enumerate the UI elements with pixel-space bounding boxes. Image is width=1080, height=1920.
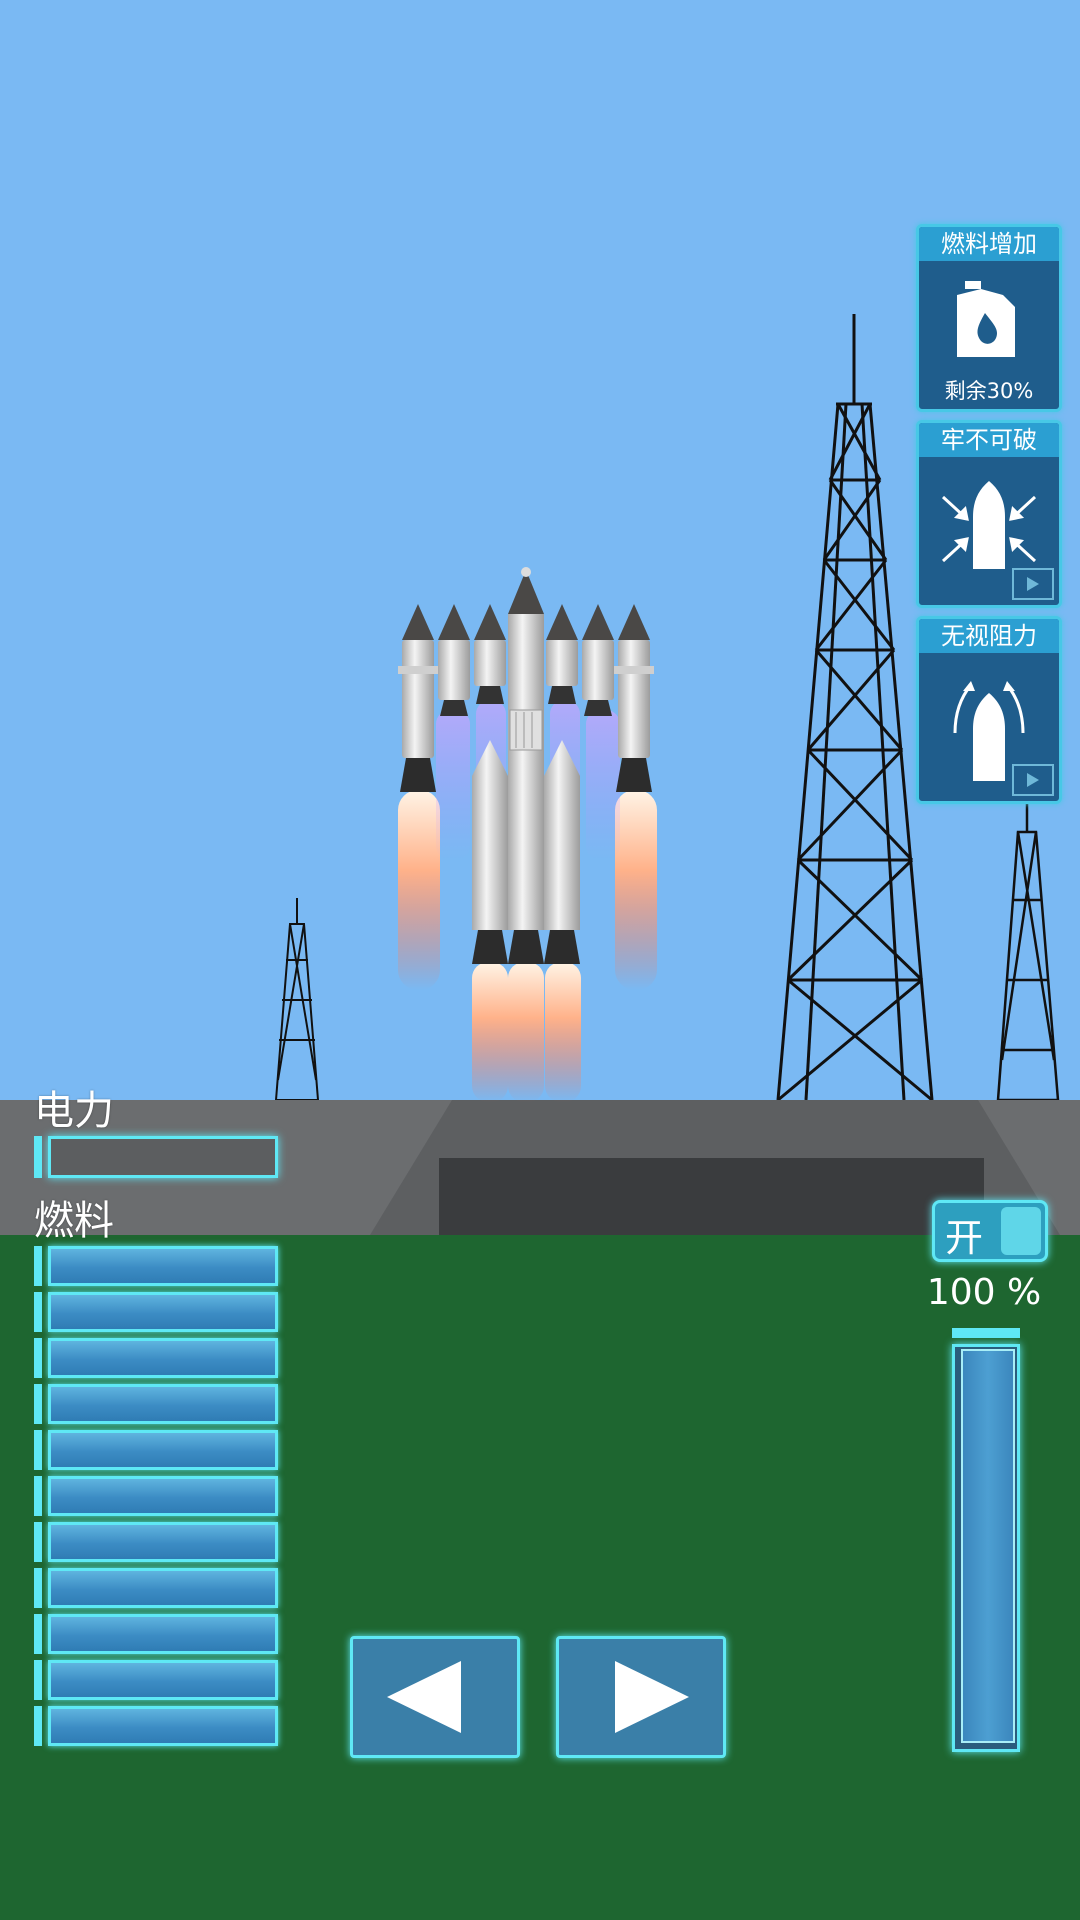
rotate-right-button[interactable] xyxy=(556,1636,726,1758)
flame-trench xyxy=(439,1158,984,1235)
unbreakable-rocket-icon xyxy=(941,481,1054,600)
throttle-slider[interactable] xyxy=(952,1344,1020,1752)
fuel-label: 燃料 xyxy=(34,1198,114,1244)
powerup-title: 牢不可破 xyxy=(919,423,1059,457)
fuel-cell xyxy=(34,1522,278,1562)
fuel-cell xyxy=(34,1706,278,1746)
powerup-no-drag[interactable]: 无视阻力 xyxy=(916,616,1062,804)
throttle-fill xyxy=(961,1349,1015,1743)
fuel-cell xyxy=(34,1338,278,1378)
engine-toggle[interactable]: 开 xyxy=(932,1200,1048,1262)
engine-toggle-knob xyxy=(1001,1207,1041,1255)
engine-toggle-label: 开 xyxy=(945,1216,984,1260)
fuel-cell xyxy=(34,1292,278,1332)
powerup-title: 燃料增加 xyxy=(919,227,1059,261)
powerup-remaining: 剩余30% xyxy=(944,379,1034,403)
fuel-can-icon xyxy=(957,281,1015,357)
fuel-cell xyxy=(34,1476,278,1516)
fuel-cell xyxy=(34,1660,278,1700)
fuel-cell xyxy=(34,1384,278,1424)
throttle-cap xyxy=(952,1328,1020,1338)
powerup-title: 无视阻力 xyxy=(919,619,1059,653)
video-ad-icon xyxy=(1012,764,1054,796)
video-ad-icon xyxy=(1012,568,1054,600)
powerup-unbreakable[interactable]: 牢不可破 xyxy=(916,420,1062,608)
fuel-cell xyxy=(34,1246,278,1286)
fuel-cell xyxy=(34,1568,278,1608)
power-label: 电力 xyxy=(34,1088,114,1134)
no-drag-rocket-icon xyxy=(953,681,1054,796)
arrow-left-icon xyxy=(387,1661,461,1733)
powerup-fuel-boost[interactable]: 燃料增加 剩余30% xyxy=(916,224,1062,412)
power-bar xyxy=(34,1136,278,1178)
fuel-gauge xyxy=(34,1246,278,1752)
arrow-right-icon xyxy=(615,1661,689,1733)
fuel-cell xyxy=(34,1614,278,1654)
rotate-left-button[interactable] xyxy=(350,1636,520,1758)
fuel-cell xyxy=(34,1430,278,1470)
throttle-percent: 100 % xyxy=(926,1272,1042,1313)
